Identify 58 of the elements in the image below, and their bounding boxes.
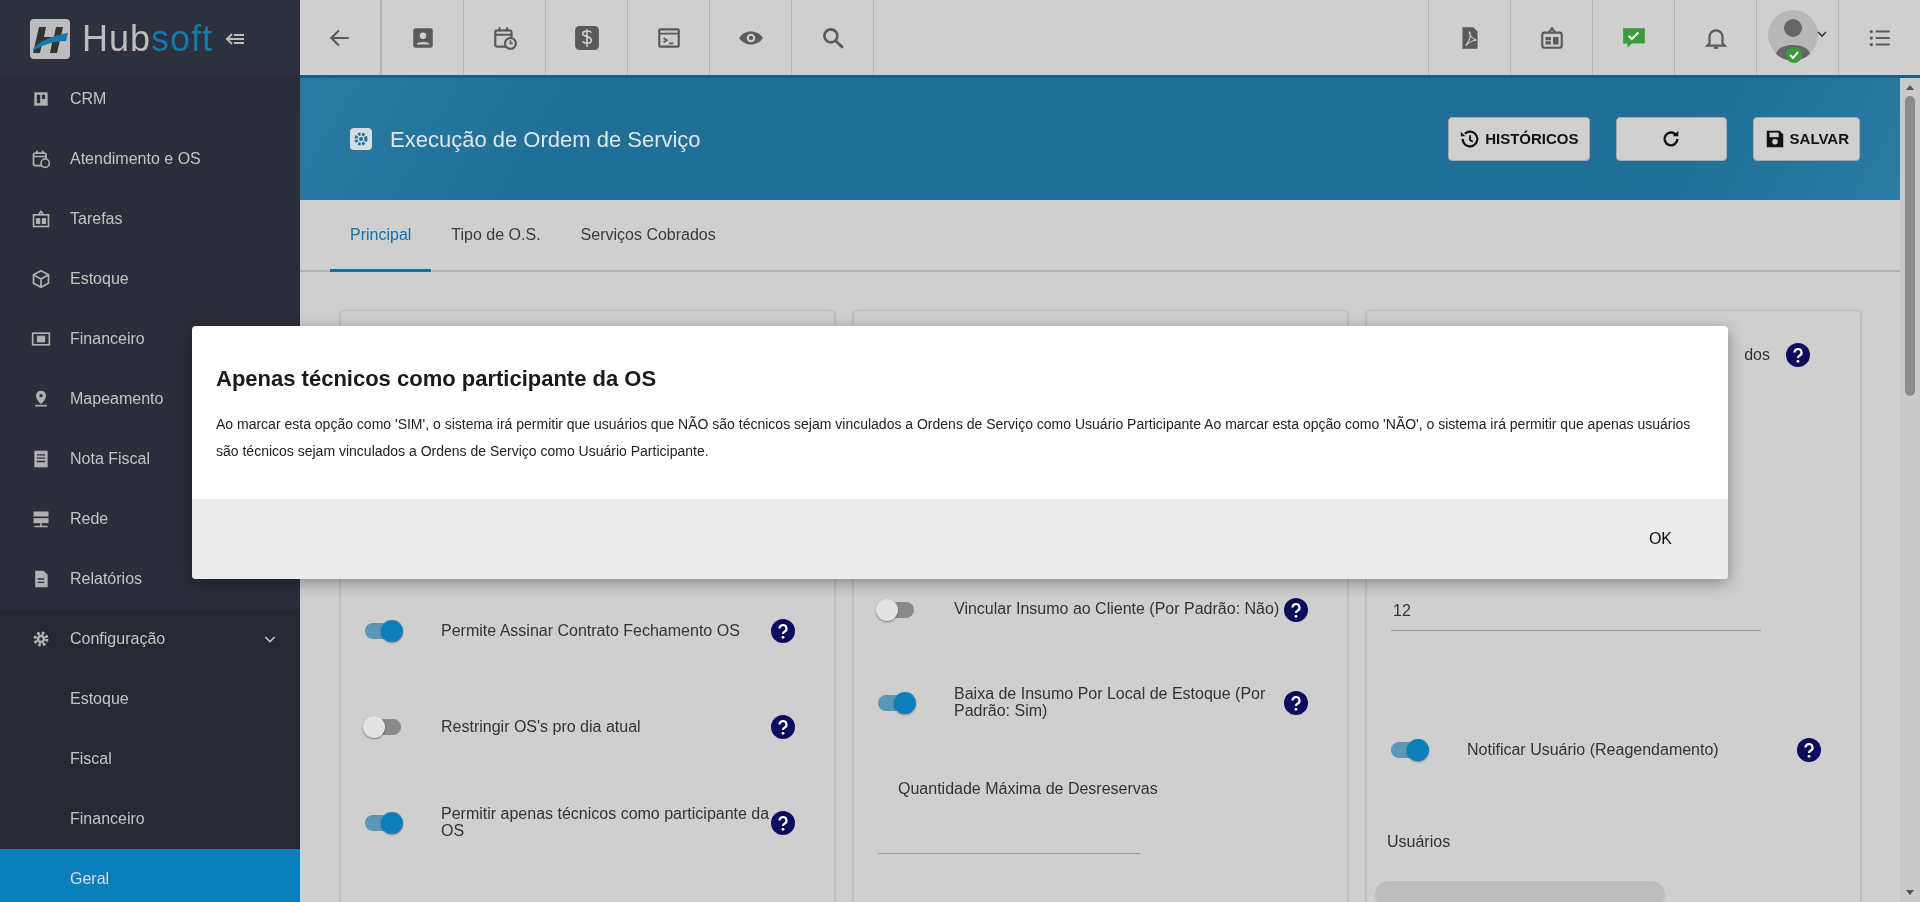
dialog-message: Ao marcar esta opção como 'SIM', o sistema irá permitir que usuários que NÃO são técnicos sejam vinculados a Ordens de Serviço como Usuário Participante Ao marcar esta opção como 'NÃO', o sistema irá permitir que apenas usuários são técnicos sejam vinculados a Ordens de Serviço como Usuário Participante. xyxy=(216,415,1692,461)
sidebar-item[interactable]: Configuração xyxy=(0,609,300,669)
sidebar-item[interactable]: Financeiro xyxy=(0,789,300,849)
help-icon[interactable] xyxy=(771,619,795,643)
help-icon[interactable] xyxy=(771,811,795,835)
toggle-switch[interactable] xyxy=(365,719,401,735)
history-button[interactable]: HISTÓRICOS xyxy=(1448,117,1590,161)
settings-icon xyxy=(350,128,372,150)
logo-text: Hubsoft xyxy=(82,21,214,57)
help-icon[interactable] xyxy=(1797,738,1821,762)
dashboard-icon xyxy=(31,209,51,229)
help-icon[interactable] xyxy=(1284,597,1308,622)
tab[interactable]: Tipo de O.S. xyxy=(431,200,561,272)
toggle-switch[interactable] xyxy=(1391,742,1427,758)
server-icon xyxy=(31,509,51,529)
refresh-button[interactable] xyxy=(1615,117,1727,161)
toggle-switch[interactable] xyxy=(365,623,401,639)
dashboard-icon[interactable] xyxy=(1538,24,1565,51)
field-label: Usuários xyxy=(1386,832,1452,852)
sidebar-item[interactable]: Atendimento e OS xyxy=(0,129,300,189)
help-icon[interactable] xyxy=(1284,690,1308,715)
toggle-switch[interactable] xyxy=(878,694,914,711)
collapse-menu-icon[interactable] xyxy=(225,32,246,46)
page-title: Execução de Ordem de Serviço xyxy=(390,125,701,154)
save-button[interactable]: SALVAR xyxy=(1752,117,1860,161)
sidebar-item[interactable]: Fiscal xyxy=(0,729,300,789)
input-field[interactable]: 12 xyxy=(1391,591,1761,631)
scrollbar[interactable] xyxy=(1900,78,1920,902)
calendar-clock-icon xyxy=(31,149,51,169)
sidebar-item[interactable]: CRM xyxy=(0,78,300,129)
tab[interactable]: Serviços Cobrados xyxy=(560,200,736,272)
board-icon xyxy=(31,89,51,109)
gear-icon xyxy=(31,629,51,649)
sidebar-item[interactable]: Estoque xyxy=(0,669,300,729)
money-icon xyxy=(31,329,51,349)
toggle-label: Permitir apenas técnicos como participante da OS xyxy=(441,806,771,840)
calendar-clock-icon[interactable] xyxy=(491,24,518,51)
help-icon[interactable] xyxy=(1786,343,1810,367)
ok-button[interactable]: OK xyxy=(1632,519,1688,559)
sidebar-item[interactable]: Tarefas xyxy=(0,189,300,249)
sidebar-item[interactable]: Rede xyxy=(0,489,300,549)
toggle-switch[interactable] xyxy=(365,815,401,831)
toggle-label: Notificar Usuário (Reagendamento) xyxy=(1467,741,1720,759)
toggle-label: Vincular Insumo ao Cliente (Por Padrão: Não) xyxy=(954,601,1281,618)
dollar-icon[interactable] xyxy=(573,24,600,51)
setting-label: dos xyxy=(1744,345,1770,365)
help-icon[interactable] xyxy=(771,715,795,739)
toggle-switch[interactable] xyxy=(878,601,914,618)
toggle-label: Baixa de Insumo Por Local de Estoque (Por Padrão: Sim) xyxy=(954,685,1267,720)
avatar-icon[interactable] xyxy=(1767,9,1828,66)
field-label: Quantidade Máxima de Desreservas xyxy=(897,779,1159,799)
sidebar-item[interactable]: Estoque xyxy=(0,249,300,309)
receipt-icon xyxy=(31,449,51,469)
sidebar-item[interactable]: Relatórios xyxy=(0,549,300,609)
box-icon xyxy=(31,269,51,289)
toggle-label: Restringir OS's pro dia atual xyxy=(441,718,642,736)
logo-icon xyxy=(30,19,70,59)
toggle-label: Permite Assinar Contrato Fechamento OS xyxy=(441,622,741,640)
